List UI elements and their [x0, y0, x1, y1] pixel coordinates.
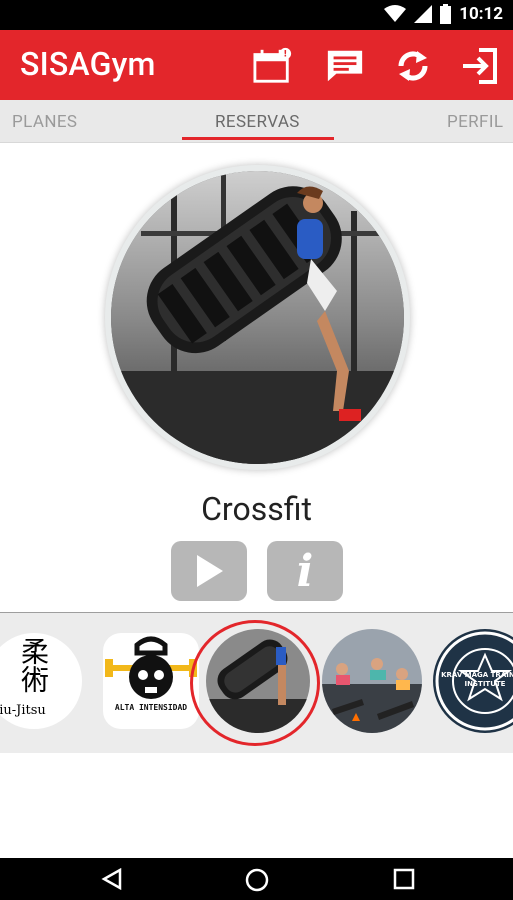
info-button[interactable]: i	[267, 541, 343, 601]
tab-perfil[interactable]: PERFIL	[447, 112, 503, 132]
skull-kettlebell-icon	[105, 636, 197, 699]
status-time: 10:12	[459, 4, 503, 24]
tab-planes[interactable]: PLANES	[12, 112, 77, 132]
logout-icon	[463, 48, 497, 84]
play-icon	[197, 555, 223, 587]
status-bar: 10:12	[0, 0, 513, 30]
messages-button[interactable]	[325, 46, 365, 86]
carousel-item-alta-intensidad[interactable]: ALTA INTENSIDAD	[103, 633, 199, 729]
calendar-button[interactable]: !	[253, 46, 293, 86]
status-icons: 10:12	[384, 4, 503, 24]
calendar-icon: !	[253, 47, 292, 83]
carousel-item-krav-maga[interactable]: KRAV MAGA TRAINING INSTITUTE	[433, 629, 513, 733]
app-title: SISAGym	[20, 45, 156, 83]
home-icon[interactable]	[245, 868, 269, 892]
alta-intensidad-label: ALTA INTENSIDAD	[114, 703, 188, 712]
calendar-badge: !	[283, 49, 287, 59]
tab-indicator	[182, 137, 334, 140]
selected-item-ring	[190, 620, 320, 746]
system-nav-bar	[0, 858, 513, 900]
logout-button[interactable]	[459, 46, 499, 86]
play-button[interactable]	[171, 541, 247, 601]
class-title: Crossfit	[201, 490, 312, 528]
group-class-thumbnail	[322, 629, 422, 733]
tab-reservas[interactable]: RESERVAS	[215, 112, 300, 132]
wifi-icon	[384, 5, 407, 22]
refresh-icon	[398, 51, 428, 81]
recents-icon[interactable]	[393, 868, 415, 890]
back-icon[interactable]	[101, 868, 123, 890]
crossfit-photo	[111, 171, 404, 464]
carousel-item-group-class[interactable]	[322, 629, 422, 733]
info-icon: i	[296, 545, 314, 597]
signal-icon	[414, 5, 433, 23]
jiujitsu-label: Jiu-Jitsu	[0, 703, 46, 718]
class-image-frame	[105, 165, 410, 470]
carousel-item-jiu-jitsu[interactable]: 柔術 Jiu-Jitsu	[0, 633, 82, 729]
app-bar: SISAGym !	[0, 30, 513, 100]
krav-maga-label: KRAV MAGA TRAINING INSTITUTE	[441, 671, 513, 688]
battery-icon	[440, 4, 452, 24]
jiujitsu-kanji: 柔術	[17, 637, 50, 693]
refresh-button[interactable]	[393, 46, 433, 86]
message-icon	[327, 50, 363, 82]
